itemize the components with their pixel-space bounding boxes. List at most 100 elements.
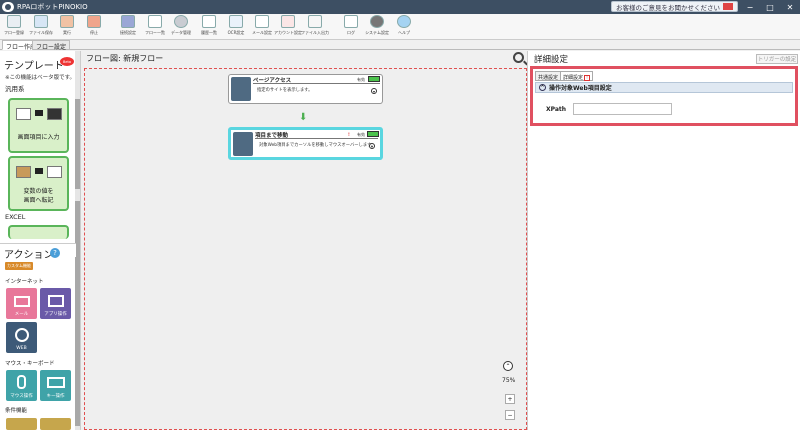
screen-icon (47, 166, 62, 178)
toolbar-account-button[interactable]: アカウント設定 (274, 15, 302, 39)
flow-arrow-icon: ⬇ (299, 112, 308, 123)
toolbar-connect-button[interactable]: 接続設定 (117, 15, 139, 39)
xpath-input[interactable] (573, 103, 672, 115)
gear-icon (370, 15, 384, 28)
app-logo-icon (2, 2, 14, 12)
account-icon (281, 15, 295, 28)
minimize-button[interactable]: − (740, 0, 760, 14)
section-header[interactable]: ^ 操作対象Web項目設定 (535, 82, 793, 93)
mouse-action[interactable]: マウス操作 (6, 370, 37, 401)
tab-detail-settings[interactable]: 詳細設定! (560, 71, 594, 81)
save-file-icon (34, 15, 48, 28)
arrow-icon (35, 168, 43, 174)
tab-flow-settings[interactable]: フロー設定 (32, 40, 71, 51)
left-scroll-thumb-top[interactable] (75, 99, 80, 189)
node-warning-icon: ! (348, 132, 350, 137)
node-enabled-label: 有効 (357, 77, 365, 82)
node-description: 指定のサイトを表示します。 (257, 88, 313, 93)
condition-action-2[interactable] (40, 418, 71, 430)
chevron-down-icon[interactable]: ▾ (371, 88, 377, 94)
title-bar: RPAロボットPINOKIO お客様のご意見をお聞かせください − □ ✕ (0, 0, 800, 14)
toolbar-data-button[interactable]: データ管理 (170, 15, 192, 39)
mail-icon (255, 15, 269, 28)
close-button[interactable]: ✕ (780, 0, 800, 14)
arrow-icon (35, 110, 43, 116)
ocr-icon (229, 15, 243, 28)
template-excel-item[interactable] (8, 225, 69, 239)
toolbar-file-io-button[interactable]: ファイル入出力 (301, 15, 329, 39)
zoom-in-button[interactable]: + (505, 394, 515, 404)
action-title: アクション (4, 250, 54, 261)
toolbar-flow-register-button[interactable]: フロー登録 (3, 15, 25, 39)
toolbar-help-button[interactable]: ヘルプ (393, 15, 415, 39)
left-scroll-thumb-bottom[interactable] (75, 201, 80, 426)
toolbar-run-button[interactable]: 実行 (56, 15, 78, 39)
app-action[interactable]: アプリ操作 (40, 288, 71, 319)
connect-icon (121, 15, 135, 28)
app-title: RPAロボットPINOKIO (17, 3, 88, 11)
run-icon (60, 15, 74, 28)
left-panel: テンプレート Beta ※この機能はベータ版です。 汎用系 画面項目に入力 変数… (0, 51, 81, 430)
category-general: 汎用系 (5, 85, 25, 93)
template1-label: 画面項目に入力 (17, 134, 60, 141)
collapse-icon[interactable]: ^ (539, 84, 546, 91)
toolbar-ocr-button[interactable]: OCR設定 (225, 15, 247, 39)
file-io-icon (308, 15, 322, 28)
feedback-button[interactable]: お客様のご意見をお聞かせください (611, 1, 738, 12)
internet-label: インターネット (5, 279, 44, 285)
toolbar-history-button[interactable]: 履歴一覧 (198, 15, 220, 39)
tab-common-settings[interactable]: 共通設定 (535, 71, 562, 81)
toolbar-mail-button[interactable]: メール設定 (251, 15, 273, 39)
custom-feature-tag[interactable]: カスタム機能 (5, 262, 33, 270)
keyboard-icon (47, 108, 62, 120)
chevron-down-icon[interactable]: ▾ (369, 143, 375, 149)
box-icon (16, 166, 31, 178)
flow-node-move-to-item[interactable]: 項目まで移動 ! 有効 対象Web項目までカーソルを移動しマウスオーバーします。… (228, 127, 383, 160)
template2-label-2: 画面へ転記 (23, 197, 54, 204)
flow-header: フロー図: 新規フロー (86, 54, 164, 63)
toolbar-stop-button[interactable]: 停止 (83, 15, 105, 39)
trigger-settings-button[interactable]: トリガーの設定 (756, 54, 798, 64)
template-input-screen-item[interactable]: 画面項目に入力 (8, 98, 69, 153)
node-enable-toggle[interactable] (368, 76, 380, 82)
key-action[interactable]: キー操作 (40, 370, 71, 401)
history-icon (202, 15, 216, 28)
node-enable-toggle[interactable] (367, 131, 379, 137)
maximize-button[interactable]: □ (760, 0, 780, 14)
toolbar: フロー登録 ファイル保存 実行 停止 接続設定 フロー一覧 データ管理 履歴一覧… (0, 14, 800, 40)
condition-action-1[interactable] (6, 418, 37, 430)
zoom-up-button[interactable]: ⌃ (503, 361, 513, 371)
mail-icon (13, 296, 30, 307)
template-copy-variable-item[interactable]: 変数の値を 画面へ転記 (8, 156, 69, 211)
xpath-label: XPath (546, 106, 567, 113)
toolbar-save-button[interactable]: ファイル保存 (29, 15, 53, 39)
database-icon (174, 15, 188, 28)
mail-icon (723, 3, 733, 10)
zoom-level: 75% (502, 377, 516, 384)
list-icon (148, 15, 162, 28)
flow-node-page-access[interactable]: ページアクセス 有効 指定のサイトを表示します。 ▾ (228, 74, 383, 104)
beta-note: ※この機能はベータ版です。 (5, 75, 76, 81)
app-window-icon (47, 295, 64, 307)
zoom-out-button[interactable]: − (505, 410, 515, 420)
stop-icon (87, 15, 101, 28)
mouse-icon (17, 375, 26, 389)
web-globe-icon (231, 77, 251, 101)
web-action[interactable]: WEB (6, 322, 37, 353)
left-scrollbar[interactable] (75, 51, 80, 430)
action-help-icon[interactable]: ? (50, 248, 60, 258)
toolbar-system-button[interactable]: システム設定 (365, 15, 389, 39)
web-globe-icon (233, 132, 253, 156)
detail-title: 詳細設定 (534, 55, 569, 65)
mouse-keyboard-label: マウス・キーボード (5, 361, 55, 367)
mail-action[interactable]: メール (6, 288, 37, 319)
node-enabled-label: 有効 (357, 132, 365, 137)
category-excel: EXCEL (5, 213, 26, 221)
search-icon[interactable] (513, 52, 524, 63)
toolbar-log-button[interactable]: ログ (340, 15, 362, 39)
toolbar-flow-list-button[interactable]: フロー一覧 (144, 15, 166, 39)
web-globe-icon (14, 328, 29, 342)
template2-label-1: 変数の値を (23, 188, 54, 195)
beta-badge: Beta (60, 57, 74, 66)
template-source-icon (16, 108, 31, 120)
